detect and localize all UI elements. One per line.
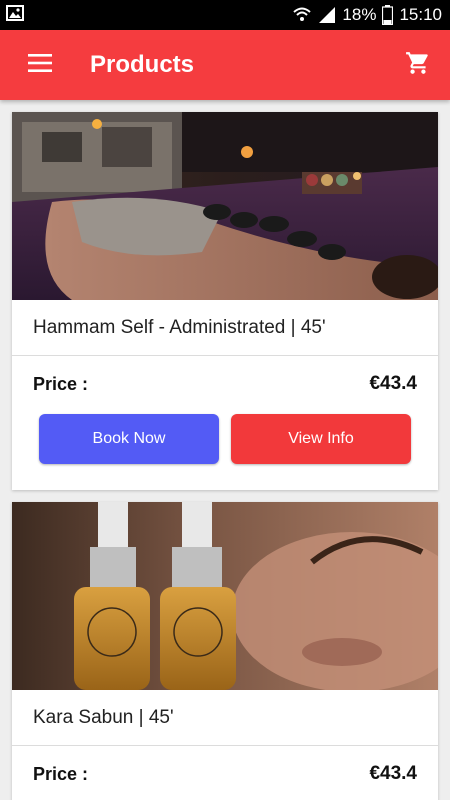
- product-name: Hammam Self - Administrated | 45': [12, 300, 438, 356]
- product-list[interactable]: Hammam Self - Administrated | 45' Price …: [0, 100, 450, 800]
- price-label: Price :: [33, 763, 89, 784]
- status-bar: 18% 15:10: [0, 0, 450, 30]
- price-row: Price : €43.4: [12, 356, 438, 412]
- price-row: Price : €43.4: [12, 746, 438, 800]
- view-info-button[interactable]: View Info: [231, 414, 411, 464]
- cart-icon: [405, 50, 431, 81]
- book-now-button[interactable]: Book Now: [39, 414, 219, 464]
- image-icon: [6, 4, 24, 26]
- clock: 15:10: [399, 5, 442, 24]
- signal-icon: [318, 6, 336, 24]
- page-title: Products: [90, 51, 195, 78]
- product-image-kara-sabun: [12, 502, 438, 690]
- product-card: Kara Sabun | 45' Price : €43.4: [12, 502, 438, 800]
- app-bar: Products: [0, 30, 450, 100]
- action-buttons: Book Now View Info: [12, 414, 438, 464]
- menu-icon: [28, 53, 52, 77]
- product-card: Hammam Self - Administrated | 45' Price …: [12, 112, 438, 490]
- cart-button[interactable]: [386, 30, 450, 100]
- price-label: Price :: [33, 373, 89, 394]
- price-value: €43.4: [369, 763, 417, 784]
- price-value: €43.4: [369, 373, 417, 394]
- product-image-hammam: [12, 112, 438, 300]
- wifi-question-icon: [292, 6, 312, 24]
- menu-button[interactable]: [0, 30, 80, 100]
- battery-text: 18%: [342, 5, 377, 24]
- product-name: Kara Sabun | 45': [12, 690, 438, 746]
- battery-icon: [382, 5, 394, 25]
